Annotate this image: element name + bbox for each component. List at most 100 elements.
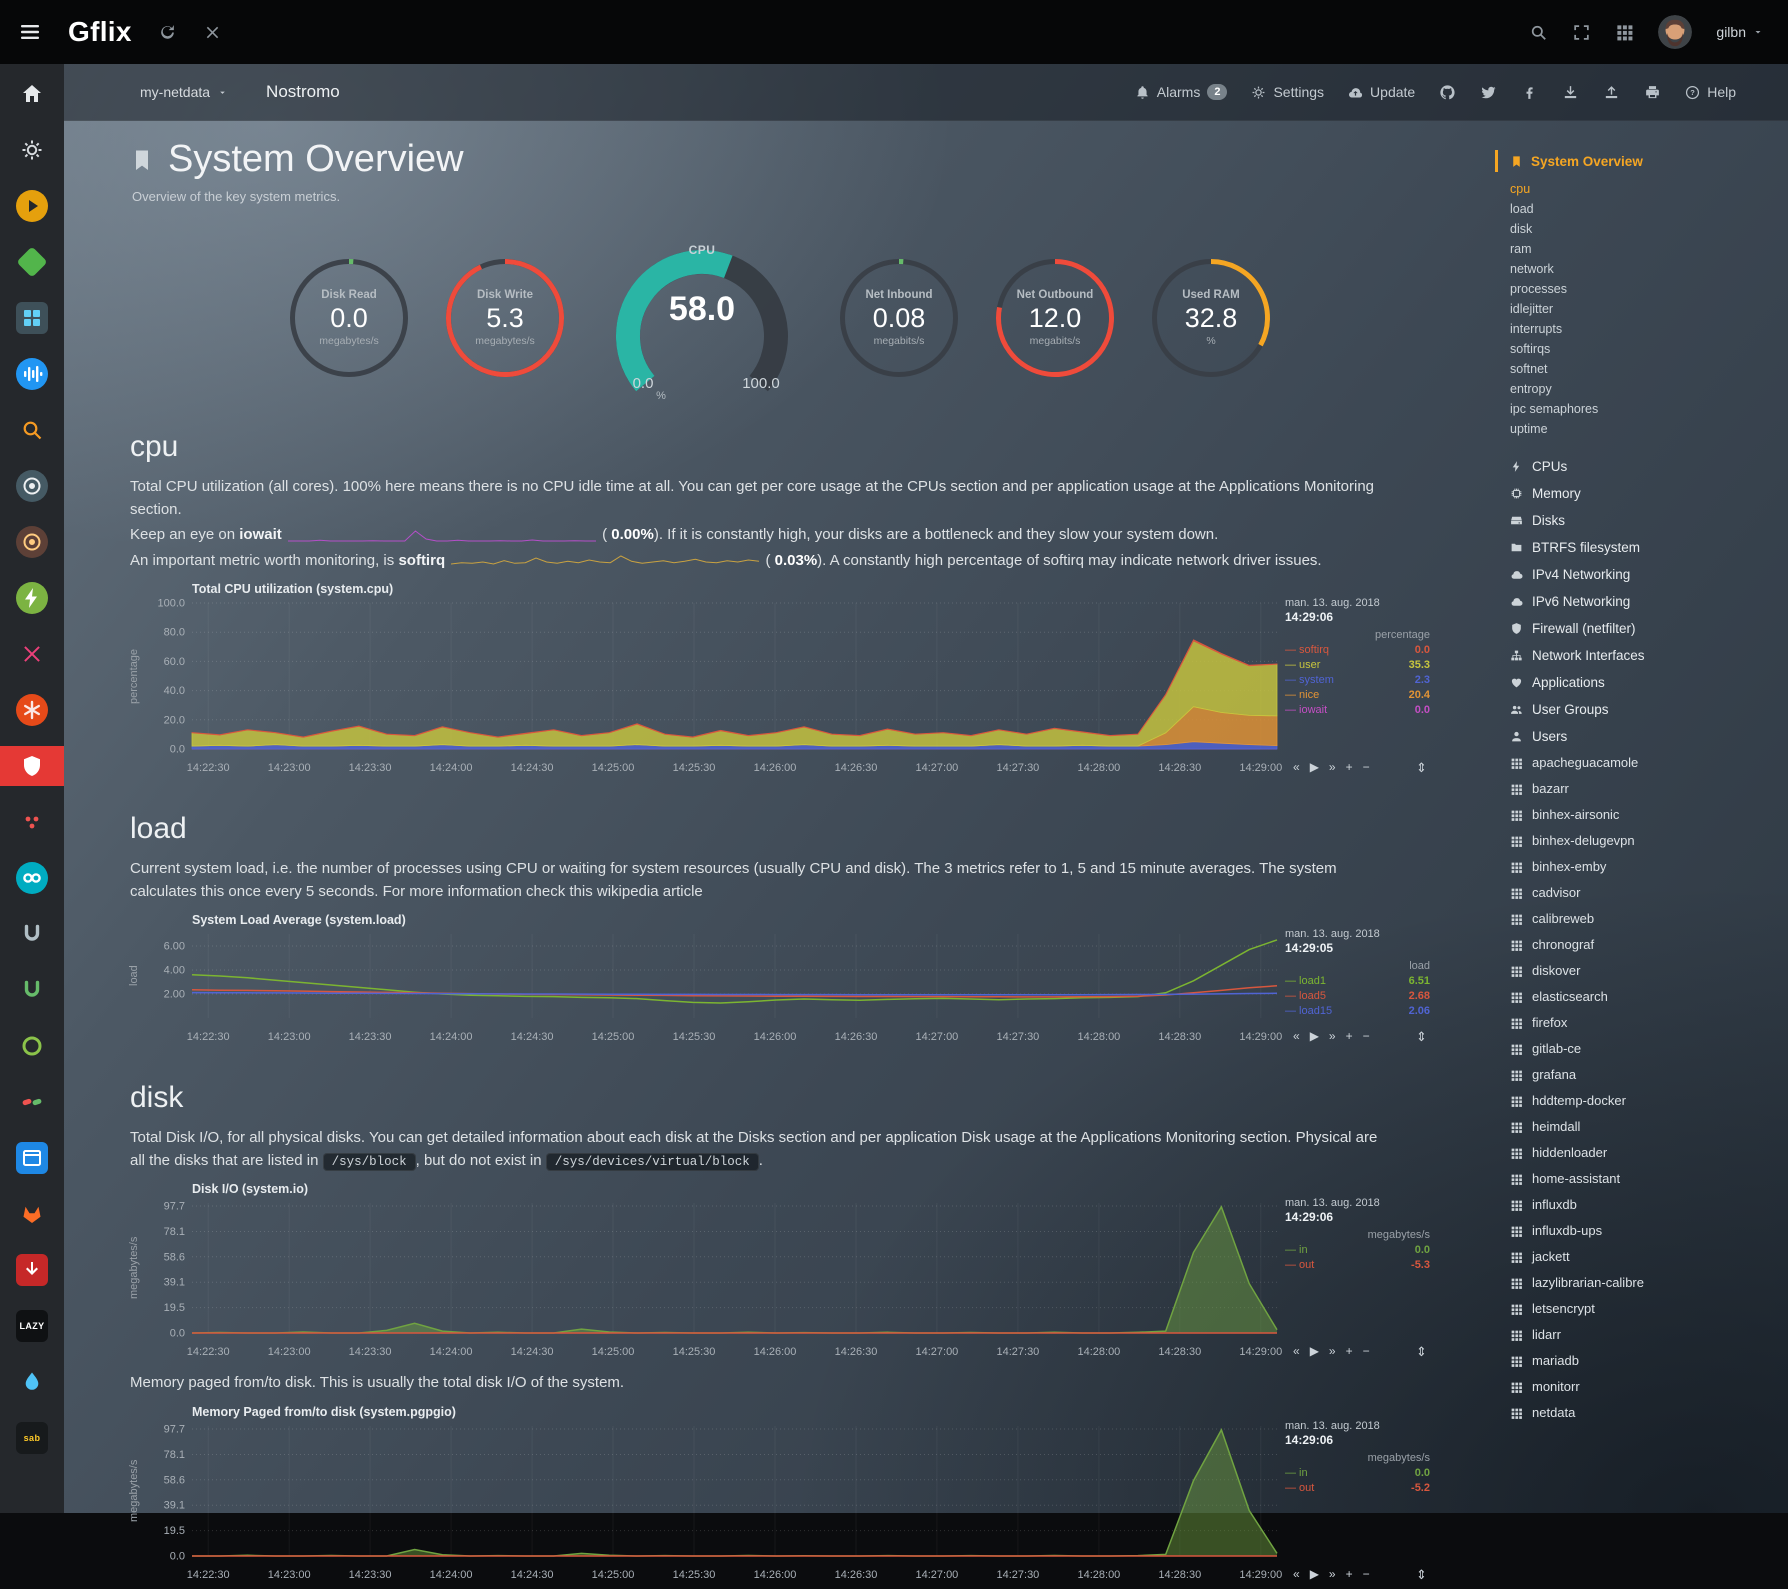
sidebar-app-3[interactable] xyxy=(0,186,64,226)
refresh-icon[interactable] xyxy=(158,23,177,42)
menu-icon[interactable] xyxy=(18,20,42,44)
toc-section-ipv6-networking[interactable]: IPv6 Networking xyxy=(1510,588,1788,615)
play-button[interactable]: ▶ xyxy=(1310,1029,1319,1043)
sidebar-app-11[interactable] xyxy=(0,634,64,674)
sidebar-app-2[interactable] xyxy=(0,130,64,170)
load-chart[interactable]: System Load Average (system.load)2.004.0… xyxy=(130,913,1492,1051)
zoom-out-button[interactable]: − xyxy=(1363,1029,1370,1043)
gauge-net-outbound[interactable]: Net Outbound12.0megabits/s xyxy=(991,254,1119,382)
resize-handle[interactable]: ⇕ xyxy=(1416,760,1427,776)
toc-container-cadvisor[interactable]: cadvisor xyxy=(1510,880,1788,906)
toc-container-apacheguacamole[interactable]: apacheguacamole xyxy=(1510,750,1788,776)
print-icon[interactable] xyxy=(1644,84,1661,101)
update-button[interactable]: Update xyxy=(1348,84,1415,100)
toc-item-idlejitter[interactable]: idlejitter xyxy=(1510,299,1788,319)
avatar[interactable] xyxy=(1658,15,1692,49)
sidebar-app-1[interactable] xyxy=(0,74,64,114)
sidebar-app-19[interactable] xyxy=(0,1082,64,1122)
toc-container-monitorr[interactable]: monitorr xyxy=(1510,1374,1788,1400)
toc-section-network-interfaces[interactable]: Network Interfaces xyxy=(1510,642,1788,669)
toc-container-gitlab-ce[interactable]: gitlab-ce xyxy=(1510,1036,1788,1062)
play-button[interactable]: ▶ xyxy=(1310,1567,1319,1581)
toc-container-binhex-delugevpn[interactable]: binhex-delugevpn xyxy=(1510,828,1788,854)
zoom-in-button[interactable]: + xyxy=(1346,1344,1353,1358)
sidebar-app-4[interactable] xyxy=(0,242,64,282)
sidebar-app-13[interactable] xyxy=(0,746,64,786)
toc-section-applications[interactable]: Applications xyxy=(1510,669,1788,696)
legend-item-out[interactable]: — out-5.2 xyxy=(1285,1481,1430,1496)
sidebar-app-25[interactable]: sab xyxy=(0,1418,64,1458)
toc-container-influxdb-ups[interactable]: influxdb-ups xyxy=(1510,1218,1788,1244)
legend-item-in[interactable]: — in0.0 xyxy=(1285,1243,1430,1258)
toc-item-ram[interactable]: ram xyxy=(1510,239,1788,259)
sidebar-app-12[interactable] xyxy=(0,690,64,730)
toc-section-firewall-netfilter[interactable]: Firewall (netfilter) xyxy=(1510,615,1788,642)
legend-item-iowait[interactable]: — iowait0.0 xyxy=(1285,703,1430,718)
toc-container-jackett[interactable]: jackett xyxy=(1510,1244,1788,1270)
zoom-out-button[interactable]: − xyxy=(1363,1567,1370,1581)
zoom-in-button[interactable]: + xyxy=(1346,1029,1353,1043)
pan-backward-button[interactable]: « xyxy=(1293,1344,1300,1358)
sidebar-app-22[interactable] xyxy=(0,1250,64,1290)
toc-container-mariadb[interactable]: mariadb xyxy=(1510,1348,1788,1374)
toc-section-user-groups[interactable]: User Groups xyxy=(1510,696,1788,723)
play-button[interactable]: ▶ xyxy=(1310,760,1319,774)
toc-item-softnet[interactable]: softnet xyxy=(1510,359,1788,379)
facebook-icon[interactable] xyxy=(1521,84,1538,101)
sidebar-app-7[interactable] xyxy=(0,410,64,450)
toc-container-chronograf[interactable]: chronograf xyxy=(1510,932,1788,958)
play-button[interactable]: ▶ xyxy=(1310,1344,1319,1358)
search-icon[interactable] xyxy=(1529,23,1548,42)
legend-item-load1[interactable]: — load16.51 xyxy=(1285,974,1430,989)
sidebar-app-10[interactable] xyxy=(0,578,64,618)
toc-container-binhex-airsonic[interactable]: binhex-airsonic xyxy=(1510,802,1788,828)
twitter-icon[interactable] xyxy=(1480,84,1497,101)
pan-forward-button[interactable]: » xyxy=(1329,1567,1336,1581)
resize-handle[interactable]: ⇕ xyxy=(1416,1029,1427,1045)
zoom-in-button[interactable]: + xyxy=(1346,760,1353,774)
sidebar-app-21[interactable] xyxy=(0,1194,64,1234)
toc-item-disk[interactable]: disk xyxy=(1510,219,1788,239)
apps-grid-icon[interactable] xyxy=(1615,23,1634,42)
close-icon[interactable] xyxy=(203,23,222,42)
toc-section-ipv4-networking[interactable]: IPv4 Networking xyxy=(1510,561,1788,588)
sidebar-app-14[interactable] xyxy=(0,802,64,842)
hostname[interactable]: Nostromo xyxy=(266,82,340,102)
toc-section-system-overview[interactable]: System Overview xyxy=(1495,150,1788,172)
legend-item-load5[interactable]: — load52.68 xyxy=(1285,989,1430,1004)
help-button[interactable]: ? Help xyxy=(1685,84,1736,100)
cpu-chart[interactable]: Total CPU utilization (system.cpu)0.020.… xyxy=(130,582,1492,782)
fullscreen-icon[interactable] xyxy=(1572,23,1591,42)
sidebar-app-17[interactable] xyxy=(0,970,64,1010)
toc-item-ipc-semaphores[interactable]: ipc semaphores xyxy=(1510,399,1788,419)
toc-container-diskover[interactable]: diskover xyxy=(1510,958,1788,984)
sidebar-app-8[interactable] xyxy=(0,466,64,506)
toc-container-bazarr[interactable]: bazarr xyxy=(1510,776,1788,802)
sidebar-app-5[interactable] xyxy=(0,298,64,338)
sidebar-app-20[interactable] xyxy=(0,1138,64,1178)
zoom-out-button[interactable]: − xyxy=(1363,760,1370,774)
sidebar-app-18[interactable] xyxy=(0,1026,64,1066)
legend-item-out[interactable]: — out-5.3 xyxy=(1285,1258,1430,1273)
toc-section-users[interactable]: Users xyxy=(1510,723,1788,750)
pan-backward-button[interactable]: « xyxy=(1293,1029,1300,1043)
upload-icon[interactable] xyxy=(1603,84,1620,101)
toc-container-netdata[interactable]: netdata xyxy=(1510,1400,1788,1426)
toc-item-uptime[interactable]: uptime xyxy=(1510,419,1788,439)
pan-forward-button[interactable]: » xyxy=(1329,760,1336,774)
zoom-out-button[interactable]: − xyxy=(1363,1344,1370,1358)
legend-item-nice[interactable]: — nice20.4 xyxy=(1285,688,1430,703)
gauge-disk-write[interactable]: Disk Write5.3megabytes/s xyxy=(441,254,569,382)
toc-container-hddtemp-docker[interactable]: hddtemp-docker xyxy=(1510,1088,1788,1114)
alarms-button[interactable]: Alarms 2 xyxy=(1135,84,1228,100)
toc-container-letsencrypt[interactable]: letsencrypt xyxy=(1510,1296,1788,1322)
download-icon[interactable] xyxy=(1562,84,1579,101)
legend-item-load15[interactable]: — load152.06 xyxy=(1285,1004,1430,1019)
disk-io-chart[interactable]: Disk I/O (system.io)0.019.539.158.678.19… xyxy=(130,1182,1492,1366)
memory-paged-chart[interactable]: Memory Paged from/to disk (system.pgpgio… xyxy=(130,1405,1492,1589)
toc-container-hiddenloader[interactable]: hiddenloader xyxy=(1510,1140,1788,1166)
toc-container-influxdb[interactable]: influxdb xyxy=(1510,1192,1788,1218)
pan-backward-button[interactable]: « xyxy=(1293,760,1300,774)
gauge-disk-read[interactable]: Disk Read0.0megabytes/s xyxy=(285,254,413,382)
legend-item-user[interactable]: — user35.3 xyxy=(1285,658,1430,673)
